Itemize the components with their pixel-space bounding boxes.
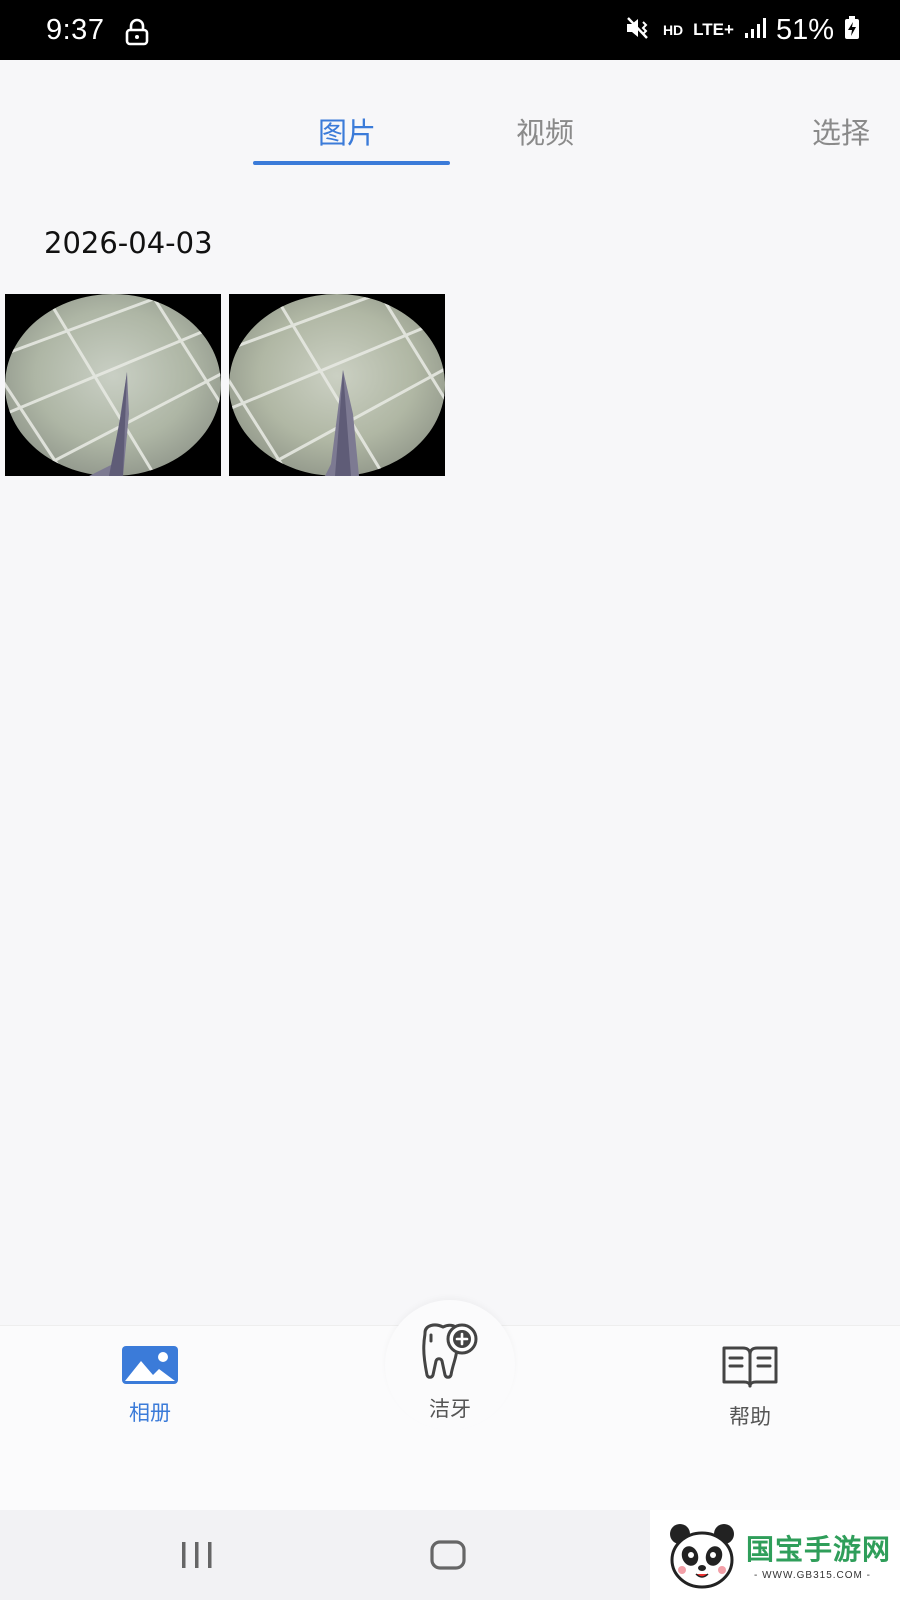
panda-logo-icon: [666, 1520, 738, 1592]
tab-videos[interactable]: 视频: [516, 110, 574, 152]
photo-thumbnail[interactable]: [5, 294, 221, 476]
watermark-url: - WWW.GB315.COM -: [754, 1570, 871, 1581]
status-time: 9:37: [46, 14, 105, 46]
tooth-clean-icon: [380, 1323, 520, 1379]
recents-icon[interactable]: [180, 1542, 214, 1568]
media-tabs: 图片 视频 选择: [0, 60, 900, 170]
watermark: 国宝手游网 - WWW.GB315.COM -: [650, 1510, 900, 1600]
lock-icon: [124, 18, 150, 46]
nav-item-clean-teeth[interactable]: 洁牙: [380, 1323, 520, 1423]
date-group-header: 2026-04-03: [44, 226, 213, 260]
status-right-group: HD LTE+ 51%: [625, 13, 860, 47]
nav-label-album: 相册: [129, 1401, 171, 1425]
mute-vibrate-icon: [625, 16, 653, 45]
battery-percent: 51%: [775, 13, 834, 46]
status-bar: 9:37 HD LTE+ 51%: [0, 0, 900, 60]
home-icon[interactable]: [430, 1540, 466, 1570]
tab-images[interactable]: 图片: [318, 110, 376, 152]
nav-label-help: 帮助: [729, 1405, 771, 1429]
fisheye-photo-icon: [5, 294, 221, 476]
album-icon: [80, 1345, 220, 1385]
help-book-icon: [680, 1345, 820, 1389]
battery-charging-icon: [844, 15, 860, 45]
watermark-title: 国宝手游网: [746, 1533, 892, 1566]
photo-thumbnail[interactable]: [229, 294, 445, 476]
lte-indicator: LTE+: [693, 20, 734, 39]
active-tab-indicator: [253, 161, 450, 165]
nav-label-clean-teeth: 洁牙: [429, 1397, 471, 1421]
hd-indicator: HD: [662, 22, 684, 38]
nav-item-album[interactable]: 相册: [80, 1345, 220, 1427]
select-button[interactable]: 选择: [812, 110, 870, 152]
nav-item-help[interactable]: 帮助: [680, 1345, 820, 1431]
signal-icon: [744, 17, 766, 44]
fisheye-photo-icon: [229, 294, 445, 476]
